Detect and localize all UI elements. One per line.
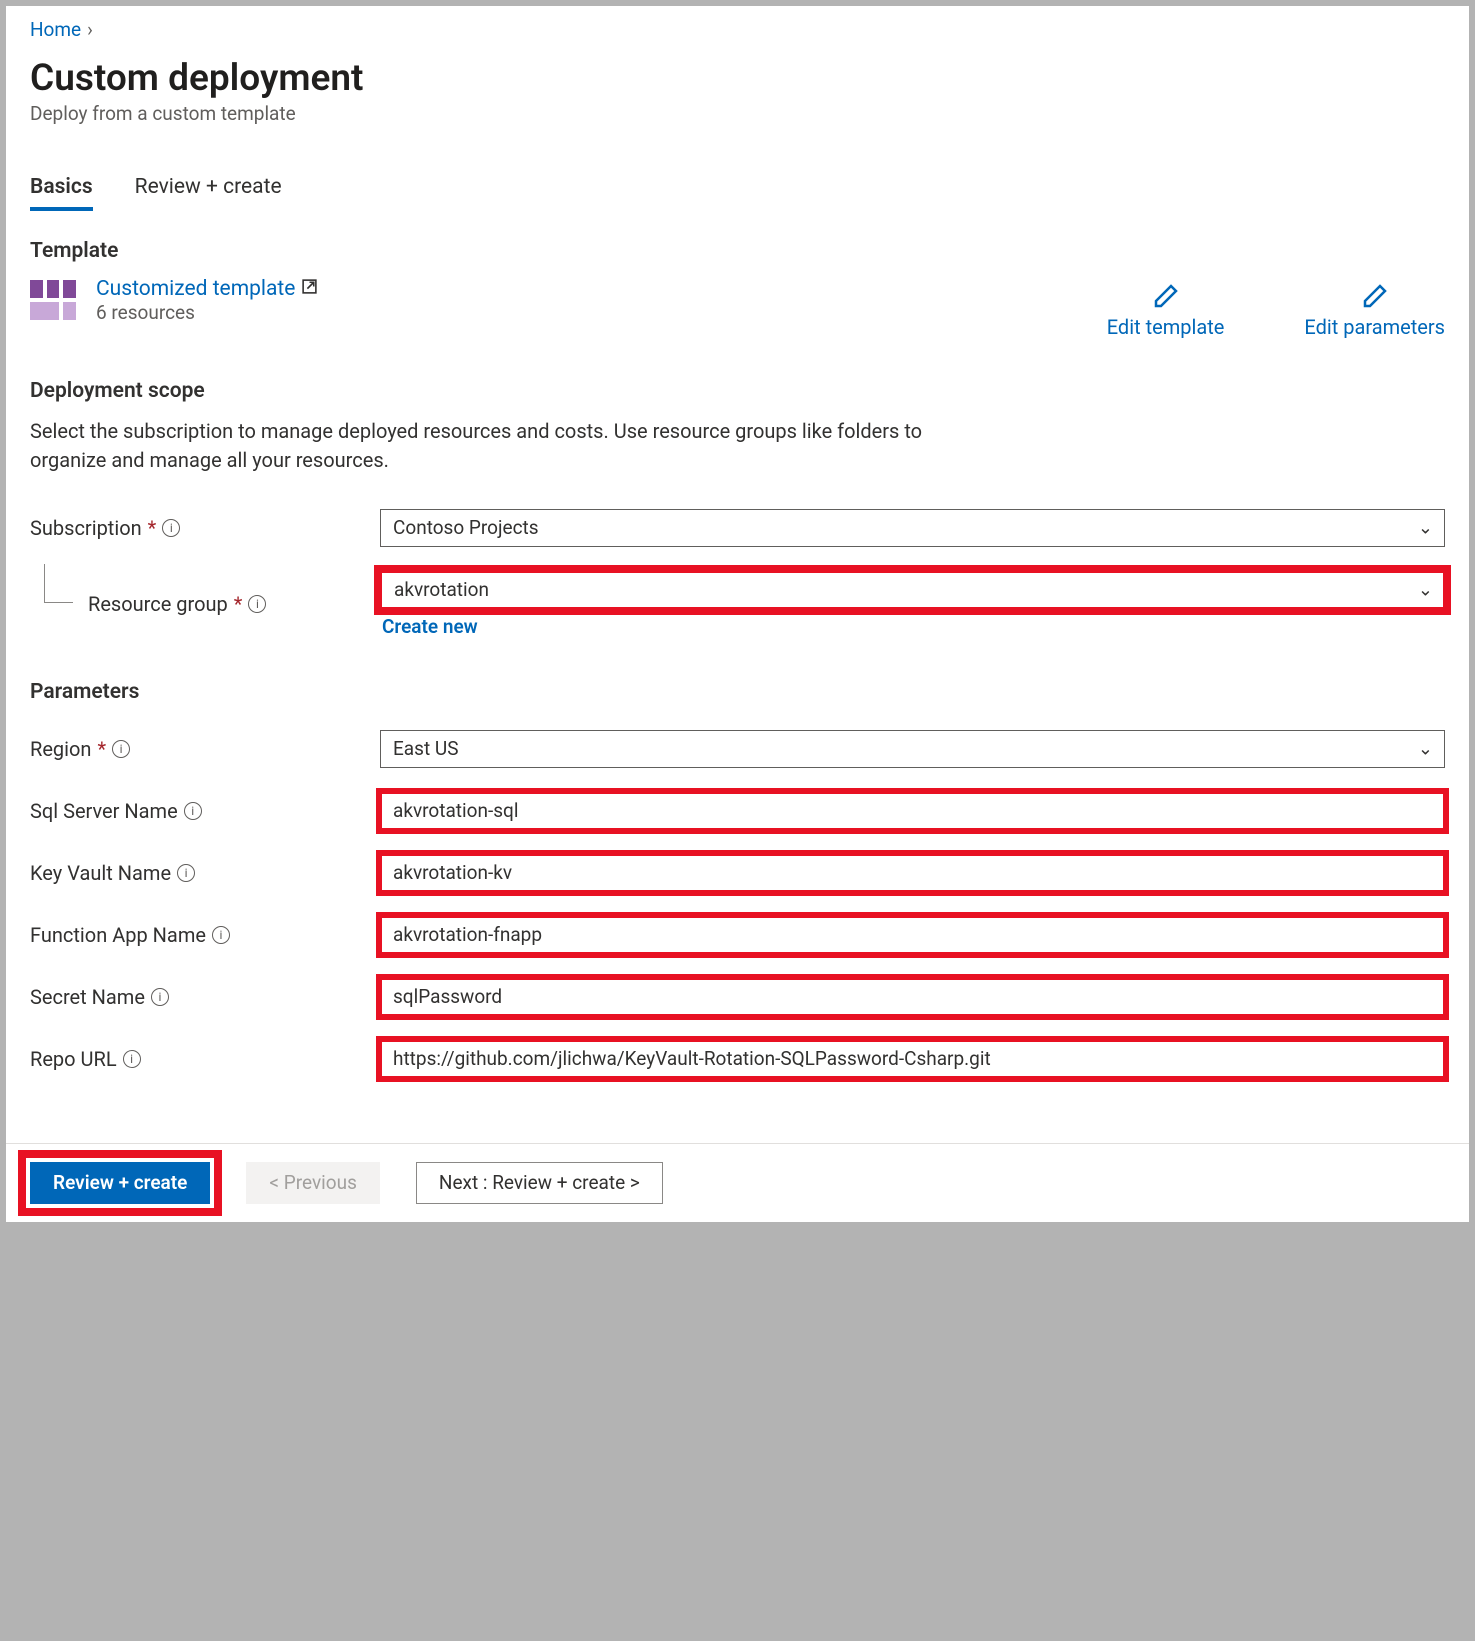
- breadcrumb-home-link[interactable]: Home: [30, 18, 81, 41]
- function-app-name-label-text: Function App Name: [30, 923, 206, 947]
- key-vault-name-label-text: Key Vault Name: [30, 861, 171, 885]
- tab-basics[interactable]: Basics: [30, 175, 93, 211]
- info-icon[interactable]: i: [177, 864, 195, 882]
- subscription-select[interactable]: [380, 509, 1445, 547]
- subscription-label: Subscription * i: [30, 516, 380, 540]
- parameters-section-title: Parameters: [30, 680, 1445, 704]
- chevron-right-icon: ›: [87, 18, 93, 41]
- repo-url-label-text: Repo URL: [30, 1047, 117, 1071]
- deployment-scope-description: Select the subscription to manage deploy…: [30, 417, 990, 475]
- edit-template-label: Edit template: [1107, 315, 1225, 339]
- required-asterisk: *: [234, 592, 243, 616]
- info-icon[interactable]: i: [248, 595, 266, 613]
- template-summary: Customized template 6 resources: [30, 277, 318, 324]
- footer-action-bar: Review + create < Previous Next : Review…: [6, 1143, 1469, 1222]
- template-actions: Edit template Edit parameters: [1107, 281, 1445, 339]
- key-vault-name-input[interactable]: [380, 854, 1445, 892]
- tab-review-create[interactable]: Review + create: [135, 175, 282, 211]
- secret-name-label-text: Secret Name: [30, 985, 145, 1009]
- customized-template-link[interactable]: Customized template: [96, 277, 318, 301]
- review-create-button[interactable]: Review + create: [30, 1162, 210, 1204]
- pencil-icon: [1360, 281, 1390, 311]
- repo-url-label: Repo URL i: [30, 1047, 380, 1071]
- resource-group-label: Resource group * i: [30, 592, 380, 616]
- breadcrumb: Home ›: [30, 14, 1445, 41]
- edit-template-button[interactable]: Edit template: [1107, 281, 1225, 339]
- info-icon[interactable]: i: [151, 988, 169, 1006]
- deployment-scope-title: Deployment scope: [30, 379, 1445, 403]
- region-label: Region * i: [30, 737, 380, 761]
- repo-url-input[interactable]: [380, 1040, 1445, 1078]
- template-section-title: Template: [30, 239, 1445, 263]
- region-label-text: Region: [30, 737, 91, 761]
- secret-name-row: Secret Name i: [30, 978, 1445, 1016]
- sql-server-name-label: Sql Server Name i: [30, 799, 380, 823]
- resource-group-label-text: Resource group: [88, 592, 228, 616]
- sql-server-name-input[interactable]: [380, 792, 1445, 830]
- edit-parameters-button[interactable]: Edit parameters: [1304, 281, 1445, 339]
- sql-server-name-label-text: Sql Server Name: [30, 799, 178, 823]
- function-app-name-row: Function App Name i: [30, 916, 1445, 954]
- content-area: Home › Custom deployment Deploy from a c…: [6, 6, 1469, 1078]
- key-vault-name-label: Key Vault Name i: [30, 861, 380, 885]
- pencil-icon: [1151, 281, 1181, 311]
- page-title: Custom deployment: [30, 59, 1445, 100]
- create-new-resource-group-link[interactable]: Create new: [382, 615, 478, 638]
- subscription-row: Subscription * i ⌄: [30, 509, 1445, 547]
- edit-parameters-label: Edit parameters: [1304, 315, 1445, 339]
- page-container: Home › Custom deployment Deploy from a c…: [6, 6, 1469, 1222]
- region-row: Region * i ⌄: [30, 730, 1445, 768]
- key-vault-name-row: Key Vault Name i: [30, 854, 1445, 892]
- info-icon[interactable]: i: [162, 519, 180, 537]
- info-icon[interactable]: i: [184, 802, 202, 820]
- next-button[interactable]: Next : Review + create >: [416, 1162, 663, 1204]
- region-select[interactable]: [380, 730, 1445, 768]
- open-new-window-icon: [301, 278, 318, 300]
- template-resource-count: 6 resources: [96, 301, 318, 324]
- sql-server-name-row: Sql Server Name i: [30, 792, 1445, 830]
- required-asterisk: *: [97, 737, 106, 761]
- secret-name-input[interactable]: [380, 978, 1445, 1016]
- function-app-name-input[interactable]: [380, 916, 1445, 954]
- info-icon[interactable]: i: [112, 740, 130, 758]
- page-subtitle: Deploy from a custom template: [30, 102, 1445, 125]
- repo-url-row: Repo URL i: [30, 1040, 1445, 1078]
- info-icon[interactable]: i: [212, 926, 230, 944]
- subscription-label-text: Subscription: [30, 516, 142, 540]
- previous-button: < Previous: [246, 1162, 380, 1204]
- tab-bar: Basics Review + create: [30, 175, 1445, 211]
- template-tile-icon: [30, 280, 76, 320]
- customized-template-label: Customized template: [96, 277, 295, 301]
- resource-group-select[interactable]: [380, 571, 1445, 609]
- secret-name-label: Secret Name i: [30, 985, 380, 1009]
- required-asterisk: *: [148, 516, 157, 540]
- function-app-name-label: Function App Name i: [30, 923, 380, 947]
- resource-group-row: Resource group * i ⌄ Create new: [30, 571, 1445, 638]
- template-row: Customized template 6 resources: [30, 277, 1445, 339]
- info-icon[interactable]: i: [123, 1050, 141, 1068]
